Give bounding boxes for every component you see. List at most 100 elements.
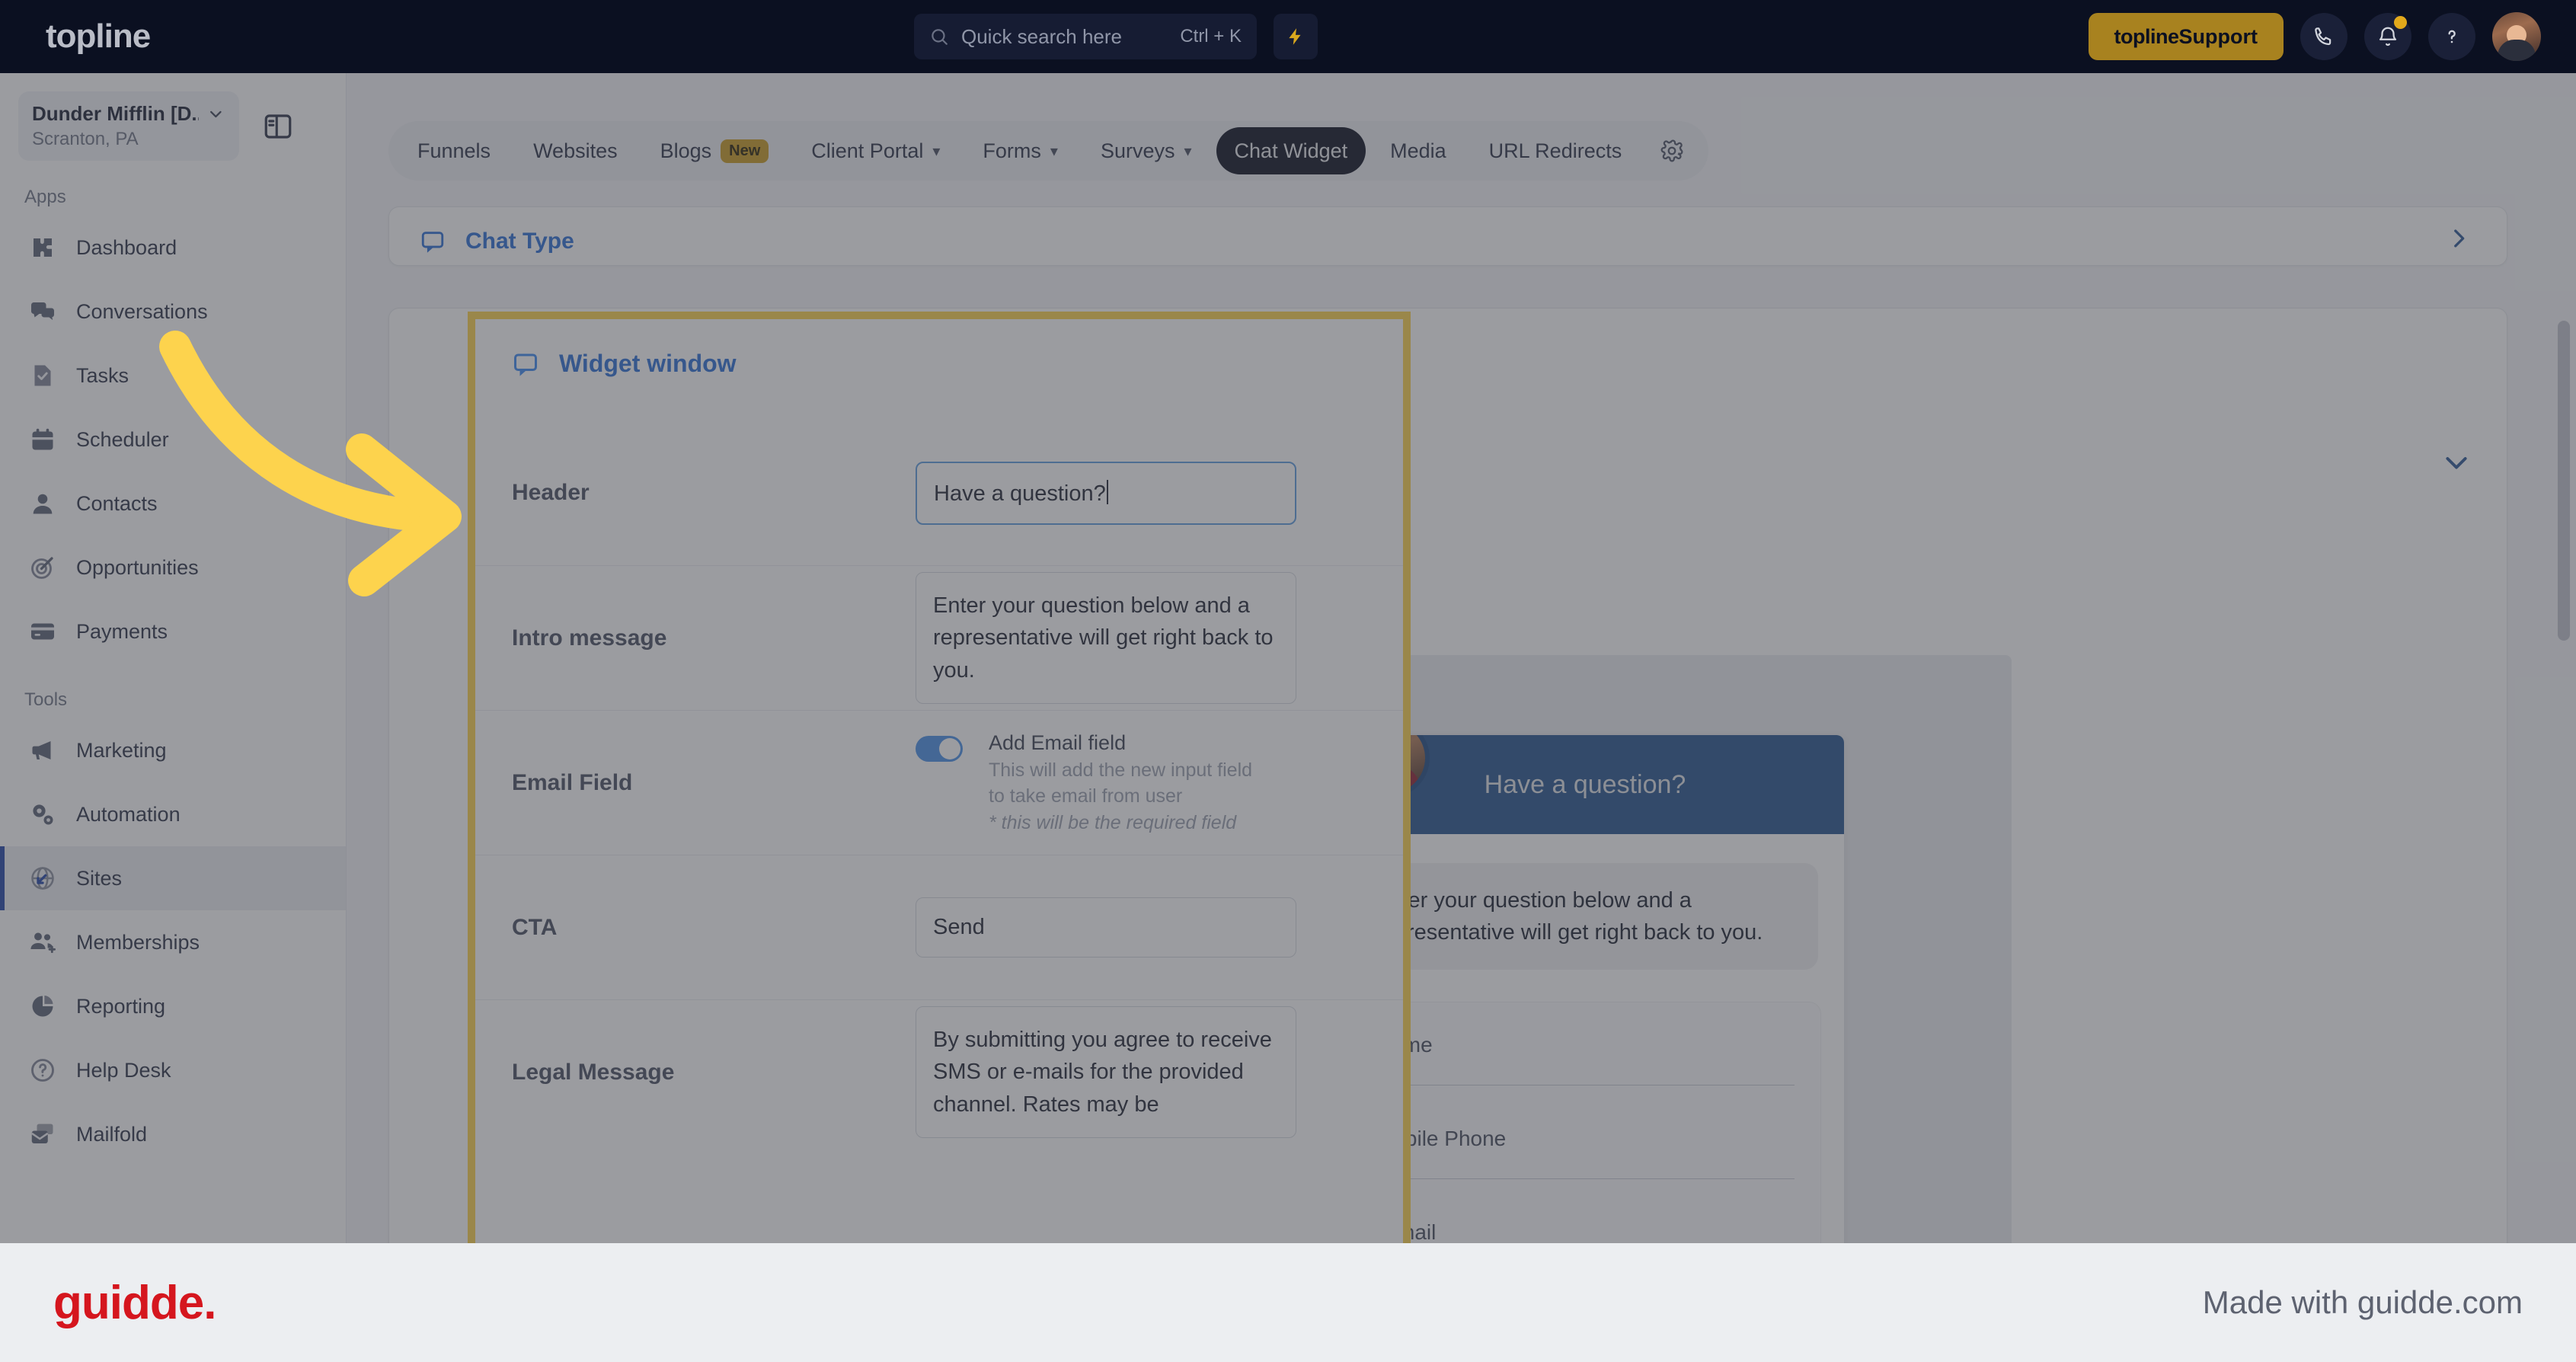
chat-bubble-icon <box>514 353 537 376</box>
top-bar: topline Quick search here Ctrl + K topli… <box>0 0 2576 73</box>
people-add-icon <box>30 932 56 954</box>
search-placeholder: Quick search here <box>961 24 1122 48</box>
form-row-intro-message: Intro message Enter your question below … <box>475 565 1403 710</box>
tab-client-portal[interactable]: Client Portal ▾ <box>793 127 958 174</box>
chat-type-card[interactable]: Chat Type <box>388 206 2507 266</box>
notifications-button[interactable] <box>2364 13 2411 60</box>
tab-settings[interactable] <box>1646 127 1698 174</box>
vertical-scrollbar[interactable] <box>2558 321 2570 641</box>
cta-input[interactable]: Send <box>916 897 1296 958</box>
header-input[interactable]: Have a question? <box>916 461 1296 525</box>
task-check-icon <box>34 365 51 386</box>
preview-intro-message: Enter your question below and a represen… <box>1352 863 1818 970</box>
user-avatar[interactable] <box>2492 12 2541 61</box>
topline-logo[interactable]: topline <box>46 18 151 56</box>
sidebar-item-label: Help Desk <box>76 1058 171 1082</box>
mail-stack-icon <box>31 1124 53 1143</box>
gears-icon <box>33 804 53 825</box>
sidebar-item-contacts[interactable]: Contacts <box>0 472 346 536</box>
tab-label: Blogs <box>660 139 712 162</box>
globe-rocket-icon <box>31 867 54 890</box>
tab-funnels[interactable]: Funnels <box>399 127 509 174</box>
tab-label: Forms <box>983 139 1041 162</box>
sidebar-item-payments[interactable]: Payments <box>0 599 346 663</box>
chevron-right-icon[interactable] <box>2446 225 2472 251</box>
form-row-cta: CTA Send <box>475 855 1403 999</box>
made-with-guidde-label: Made with guidde.com <box>2202 1284 2523 1320</box>
toggle-description: This will add the new input field to tak… <box>989 759 1253 807</box>
sidebar-item-dashboard[interactable]: Dashboard <box>0 216 346 280</box>
sidebar-section-tools: Tools <box>24 689 68 710</box>
sidebar-item-marketing[interactable]: Marketing <box>0 718 346 782</box>
toggle-knob <box>939 737 960 759</box>
sidebar-item-label: Opportunities <box>76 555 199 579</box>
chat-bubble-icon <box>421 232 444 253</box>
sidebar-item-automation[interactable]: Automation <box>0 782 346 846</box>
sidebar-item-conversations[interactable]: Conversations <box>0 280 346 344</box>
form-row-header: Header Have a question? <box>475 420 1403 565</box>
preview-field-label: Mobile Phone <box>1376 1127 1507 1151</box>
chevron-down-icon: ▾ <box>1050 142 1058 160</box>
form-label: Header <box>512 480 590 505</box>
field-underline <box>1376 1178 1795 1180</box>
sidebar-item-label: Reporting <box>76 994 166 1018</box>
chat-bubbles-icon <box>31 302 54 321</box>
sidebar-item-help-desk[interactable]: Help Desk <box>0 1038 346 1102</box>
topline-support-button[interactable]: topline Support <box>2088 13 2284 60</box>
workspace-location: Scranton, PA <box>32 129 139 149</box>
form-row-legal-message: Legal Message By submitting you agree to… <box>475 999 1403 1144</box>
search-icon <box>932 29 948 45</box>
sidebar-item-opportunities[interactable]: Opportunities <box>0 536 346 599</box>
tab-label: Client Portal <box>811 139 924 162</box>
form-label: Email Field <box>512 769 633 795</box>
sites-tabbar: Funnels Websites Blogs New Client Portal… <box>388 121 1709 181</box>
workspace-selector[interactable]: Dunder Mifflin [D... Scranton, PA <box>18 91 239 161</box>
quick-actions-button[interactable] <box>1274 14 1318 59</box>
sidebar-item-label: Contacts <box>76 491 158 515</box>
calendar-icon <box>32 428 53 450</box>
tab-media[interactable]: Media <box>1372 127 1465 174</box>
app-root: topline Quick search here Ctrl + K topli… <box>0 0 2576 1362</box>
form-label: Intro message <box>512 625 667 651</box>
form-label: CTA <box>512 914 558 940</box>
sidebar-item-scheduler[interactable]: Scheduler <box>0 408 346 472</box>
tab-chat-widget[interactable]: Chat Widget <box>1216 127 1366 174</box>
panel-layout-icon[interactable] <box>262 110 294 142</box>
sidebar-item-label: Mailfold <box>76 1122 148 1146</box>
sidebar-item-sites[interactable]: Sites <box>0 846 346 910</box>
tab-label: Funnels <box>417 139 491 162</box>
header-input-value: Have a question? <box>934 481 1106 506</box>
sidebar-item-reporting[interactable]: Reporting <box>0 974 346 1038</box>
help-button[interactable] <box>2428 13 2475 60</box>
workspace-row: Dunder Mifflin [D... Scranton, PA <box>0 73 346 161</box>
chevron-down-icon[interactable] <box>2441 447 2472 478</box>
add-email-field-toggle[interactable] <box>916 735 963 762</box>
preview-field-name[interactable]: Name <box>1376 1033 1795 1086</box>
tab-surveys[interactable]: Surveys ▾ <box>1082 127 1210 174</box>
preview-field-mobile-phone[interactable]: Mobile Phone <box>1376 1127 1795 1180</box>
tab-url-redirects[interactable]: URL Redirects <box>1471 127 1641 174</box>
intro-message-textarea[interactable]: Enter your question below and a represen… <box>916 572 1296 704</box>
preview-field-label: E-mail <box>1376 1220 1795 1245</box>
widget-window-section-highlight: Widget window Header Have a question? In… <box>468 312 1411 1256</box>
search-input[interactable]: Quick search here Ctrl + K <box>914 14 1257 59</box>
sidebar-item-mailfold[interactable]: Mailfold <box>0 1102 346 1166</box>
tab-label: Websites <box>533 139 618 162</box>
tab-forms[interactable]: Forms ▾ <box>964 127 1076 174</box>
search-shortcut: Ctrl + K <box>1180 26 1242 46</box>
megaphone-icon <box>32 741 51 759</box>
sidebar-item-label: Marketing <box>76 738 167 762</box>
phone-button[interactable] <box>2300 13 2347 60</box>
chat-type-header: Chat Type <box>389 207 2507 265</box>
tab-blogs[interactable]: Blogs New <box>642 127 788 174</box>
person-icon <box>33 494 53 514</box>
sidebar-item-label: Payments <box>76 619 168 643</box>
tab-websites[interactable]: Websites <box>515 127 636 174</box>
sidebar-item-memberships[interactable]: Memberships <box>0 910 346 974</box>
legal-message-textarea[interactable]: By submitting you agree to receive SMS o… <box>916 1006 1296 1138</box>
sidebar-item-label: Dashboard <box>76 235 177 259</box>
gear-icon <box>1660 139 1683 162</box>
sidebar-item-label: Memberships <box>76 930 200 954</box>
preview-field-label: Name <box>1376 1033 1795 1057</box>
sidebar-item-tasks[interactable]: Tasks <box>0 344 346 408</box>
